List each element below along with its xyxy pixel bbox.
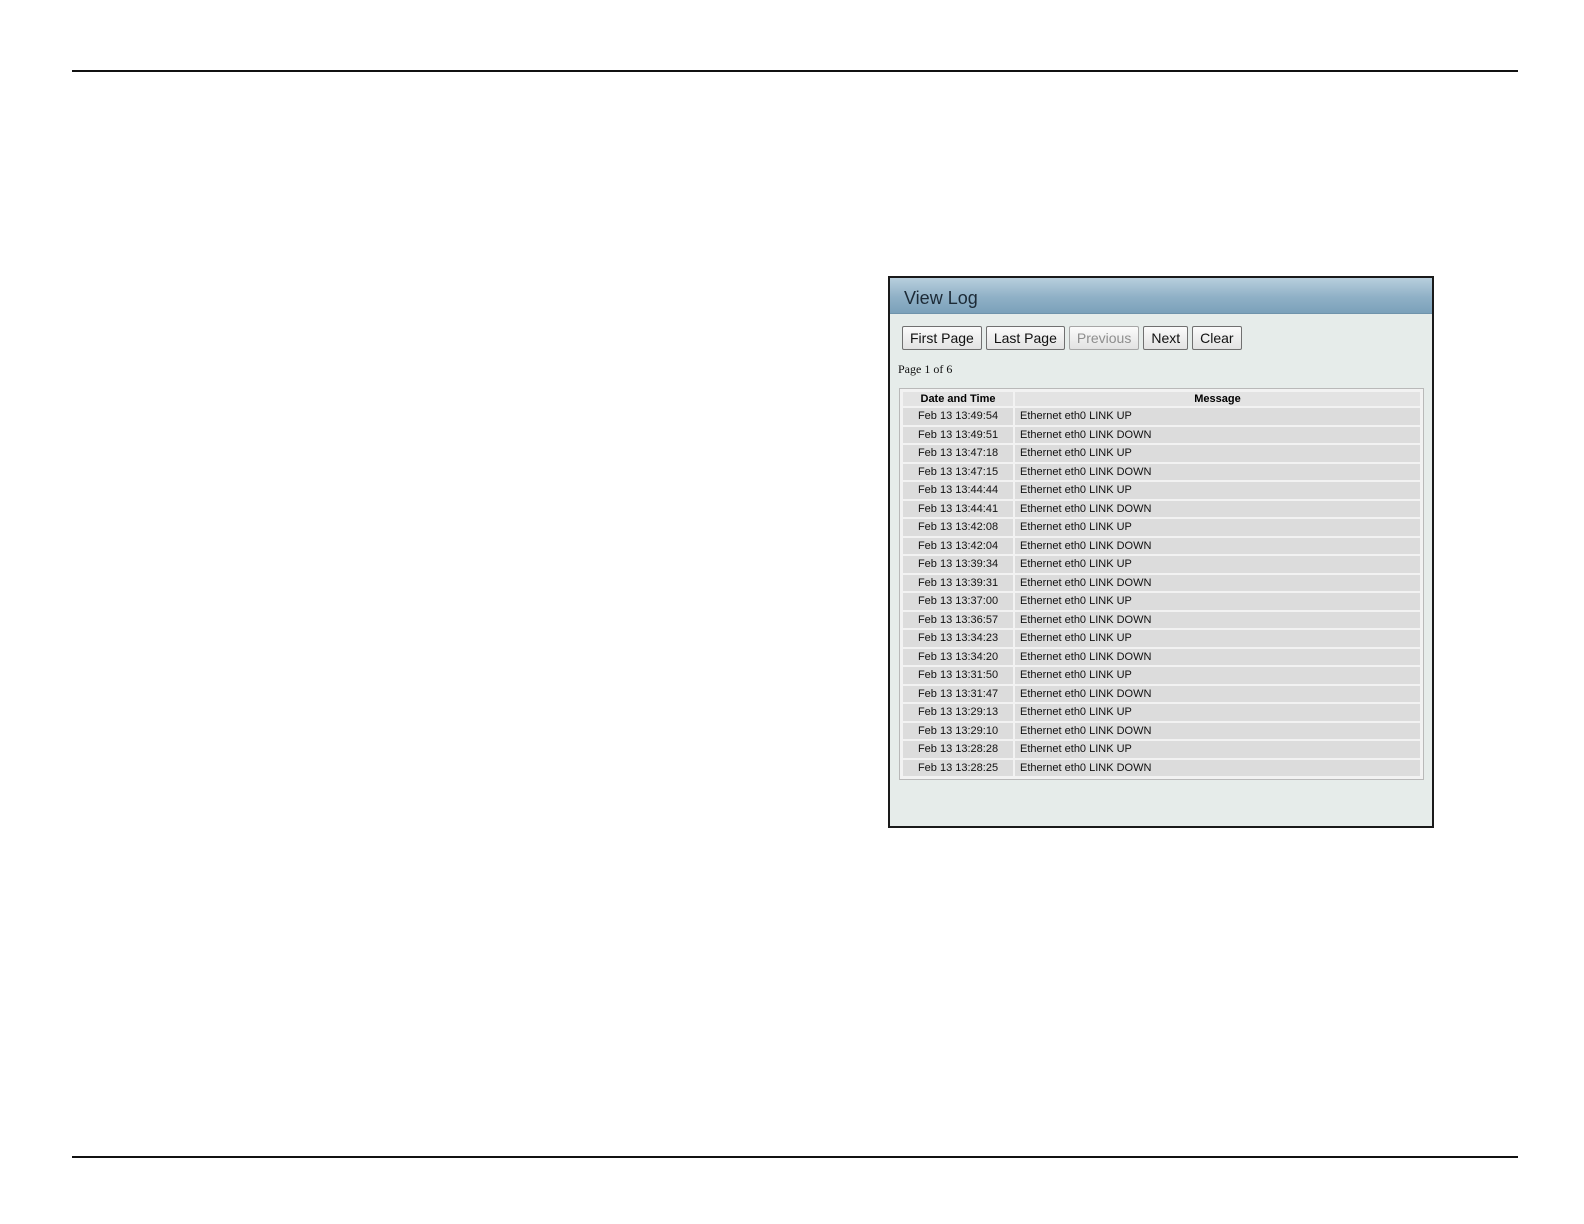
next-button[interactable]: Next [1143,326,1189,350]
cell-message: Ethernet eth0 LINK DOWN [1015,500,1420,517]
clear-button[interactable]: Clear [1192,326,1242,350]
cell-datetime: Feb 13 13:29:10 [903,722,1013,739]
table-row: Feb 13 13:39:31 Ethernet eth0 LINK DOWN [903,574,1420,591]
top-divider [72,70,1518,72]
table-header-row: Date and Time Message [903,392,1420,406]
cell-message: Ethernet eth0 LINK DOWN [1015,574,1420,591]
cell-message: Ethernet eth0 LINK UP [1015,556,1420,573]
cell-datetime: Feb 13 13:36:57 [903,611,1013,628]
cell-datetime: Feb 13 13:39:34 [903,556,1013,573]
cell-message: Ethernet eth0 LINK UP [1015,519,1420,536]
cell-message: Ethernet eth0 LINK UP [1015,741,1420,758]
cell-message: Ethernet eth0 LINK UP [1015,445,1420,462]
cell-datetime: Feb 13 13:31:50 [903,667,1013,684]
cell-datetime: Feb 13 13:42:04 [903,537,1013,554]
panel-title: View Log [890,278,1432,314]
cell-message: Ethernet eth0 LINK DOWN [1015,759,1420,776]
table-row: Feb 13 13:34:20 Ethernet eth0 LINK DOWN [903,648,1420,665]
cell-datetime: Feb 13 13:34:20 [903,648,1013,665]
table-row: Feb 13 13:44:44 Ethernet eth0 LINK UP [903,482,1420,499]
table-row: Feb 13 13:28:28 Ethernet eth0 LINK UP [903,741,1420,758]
page-indicator: Page 1 of 6 [898,362,953,376]
cell-datetime: Feb 13 13:47:15 [903,463,1013,480]
cell-datetime: Feb 13 13:49:54 [903,408,1013,425]
cell-message: Ethernet eth0 LINK DOWN [1015,426,1420,443]
table-row: Feb 13 13:37:00 Ethernet eth0 LINK UP [903,593,1420,610]
view-log-panel: View Log First Page Last Page Previous N… [888,276,1434,828]
cell-datetime: Feb 13 13:29:13 [903,704,1013,721]
table-row: Feb 13 13:49:54 Ethernet eth0 LINK UP [903,408,1420,425]
log-table: Date and Time Message Feb 13 13:49:54 Eth… [901,390,1422,778]
cell-datetime: Feb 13 13:44:44 [903,482,1013,499]
cell-datetime: Feb 13 13:37:00 [903,593,1013,610]
cell-datetime: Feb 13 13:28:25 [903,759,1013,776]
cell-message: Ethernet eth0 LINK DOWN [1015,537,1420,554]
table-row: Feb 13 13:49:51 Ethernet eth0 LINK DOWN [903,426,1420,443]
cell-message: Ethernet eth0 LINK DOWN [1015,722,1420,739]
cell-datetime: Feb 13 13:28:28 [903,741,1013,758]
table-row: Feb 13 13:39:34 Ethernet eth0 LINK UP [903,556,1420,573]
previous-button[interactable]: Previous [1068,326,1140,350]
cell-message: Ethernet eth0 LINK DOWN [1015,685,1420,702]
cell-message: Ethernet eth0 LINK DOWN [1015,611,1420,628]
table-row: Feb 13 13:42:08 Ethernet eth0 LINK UP [903,519,1420,536]
column-header-datetime: Date and Time [903,392,1013,406]
log-table-body: Feb 13 13:49:54 Ethernet eth0 LINK UP Feb … [903,408,1420,776]
cell-message: Ethernet eth0 LINK UP [1015,667,1420,684]
cell-message: Ethernet eth0 LINK UP [1015,408,1420,425]
table-row: Feb 13 13:47:18 Ethernet eth0 LINK UP [903,445,1420,462]
cell-message: Ethernet eth0 LINK UP [1015,630,1420,647]
table-row: Feb 13 13:29:13 Ethernet eth0 LINK UP [903,704,1420,721]
cell-message: Ethernet eth0 LINK UP [1015,482,1420,499]
cell-message: Ethernet eth0 LINK DOWN [1015,648,1420,665]
table-row: Feb 13 13:28:25 Ethernet eth0 LINK DOWN [903,759,1420,776]
table-row: Feb 13 13:29:10 Ethernet eth0 LINK DOWN [903,722,1420,739]
first-page-button[interactable]: First Page [902,326,982,350]
cell-datetime: Feb 13 13:31:47 [903,685,1013,702]
cell-datetime: Feb 13 13:34:23 [903,630,1013,647]
cell-datetime: Feb 13 13:47:18 [903,445,1013,462]
bottom-divider [72,1156,1518,1158]
table-row: Feb 13 13:42:04 Ethernet eth0 LINK DOWN [903,537,1420,554]
cell-datetime: Feb 13 13:49:51 [903,426,1013,443]
log-toolbar: First Page Last Page Previous Next Clear [902,326,1242,350]
table-row: Feb 13 13:47:15 Ethernet eth0 LINK DOWN [903,463,1420,480]
table-row: Feb 13 13:34:23 Ethernet eth0 LINK UP [903,630,1420,647]
cell-datetime: Feb 13 13:39:31 [903,574,1013,591]
cell-datetime: Feb 13 13:44:41 [903,500,1013,517]
table-row: Feb 13 13:31:47 Ethernet eth0 LINK DOWN [903,685,1420,702]
cell-message: Ethernet eth0 LINK UP [1015,704,1420,721]
column-header-message: Message [1015,392,1420,406]
table-row: Feb 13 13:44:41 Ethernet eth0 LINK DOWN [903,500,1420,517]
table-row: Feb 13 13:36:57 Ethernet eth0 LINK DOWN [903,611,1420,628]
cell-datetime: Feb 13 13:42:08 [903,519,1013,536]
table-row: Feb 13 13:31:50 Ethernet eth0 LINK UP [903,667,1420,684]
cell-message: Ethernet eth0 LINK DOWN [1015,463,1420,480]
cell-message: Ethernet eth0 LINK UP [1015,593,1420,610]
log-table-container: Date and Time Message Feb 13 13:49:54 Eth… [899,388,1424,780]
last-page-button[interactable]: Last Page [985,326,1065,350]
